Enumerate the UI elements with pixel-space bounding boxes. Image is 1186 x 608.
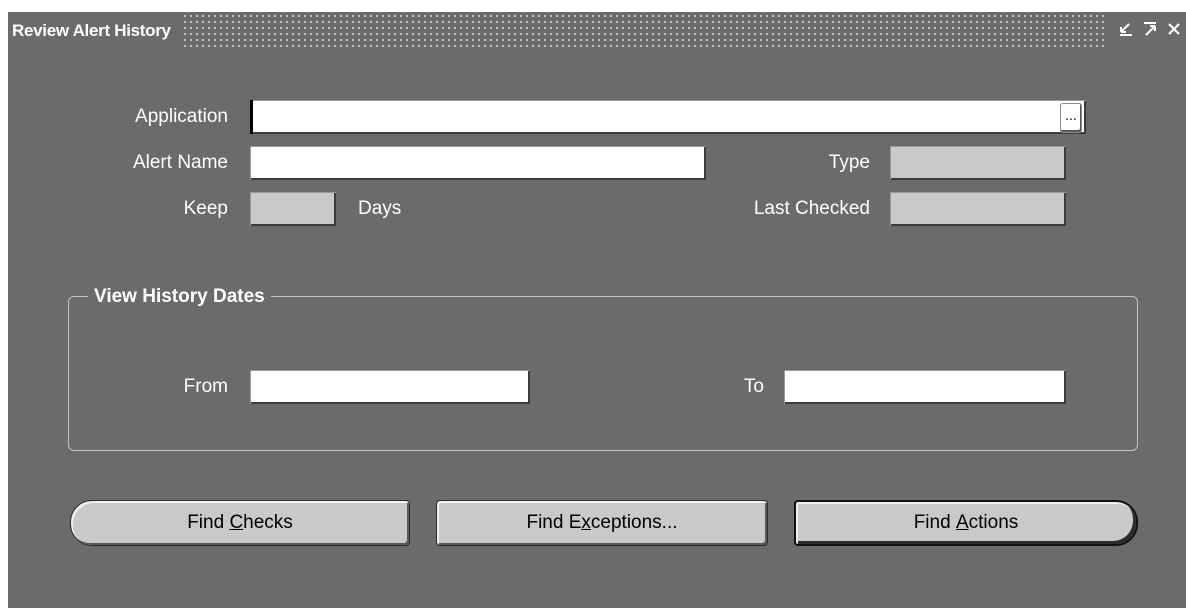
find-checks-label-start: Find — [187, 512, 230, 533]
find-actions-mnemonic: A — [955, 512, 969, 533]
find-exceptions-label-start: Find E — [526, 512, 582, 533]
last-checked-label: Last Checked — [753, 198, 870, 219]
type-field — [890, 146, 1066, 180]
find-checks-label-end: hecks — [243, 512, 293, 533]
review-alert-history-window: Review Alert History Application ... Ale… — [8, 12, 1186, 608]
application-field[interactable] — [250, 100, 1086, 134]
find-actions-button[interactable]: Find Actions — [794, 500, 1138, 546]
to-label: To — [743, 376, 764, 397]
alert-name-label: Alert Name — [132, 152, 228, 173]
find-actions-label-start: Find — [913, 512, 956, 533]
find-exceptions-button[interactable]: Find Ex ceptions... — [436, 500, 768, 546]
window-title: Review Alert History — [8, 12, 181, 50]
from-date-field[interactable] — [250, 370, 530, 404]
title-bar[interactable]: Review Alert History — [8, 12, 1186, 50]
find-actions-label-end: ctions — [968, 512, 1019, 533]
window-controls — [1108, 12, 1186, 50]
find-exceptions-mnemonic: x — [581, 512, 591, 533]
type-label: Type — [828, 152, 870, 173]
minimize-icon[interactable] — [1118, 21, 1134, 41]
view-history-dates-title: View History Dates — [88, 282, 271, 312]
application-label: Application — [135, 106, 228, 127]
days-label: Days — [358, 198, 402, 219]
keep-days-field[interactable] — [250, 192, 336, 226]
find-checks-mnemonic: C — [229, 512, 244, 533]
alert-name-field[interactable] — [250, 146, 706, 180]
keep-label: Keep — [183, 198, 228, 219]
find-checks-button[interactable]: Find Checks — [70, 500, 410, 546]
last-checked-field — [890, 192, 1066, 226]
maximize-icon[interactable] — [1142, 21, 1158, 41]
close-icon[interactable] — [1166, 21, 1182, 41]
from-label: From — [183, 376, 228, 397]
list-of-values-button[interactable]: ... — [1060, 103, 1082, 133]
find-exceptions-label-end: ceptions... — [590, 512, 678, 533]
to-date-field[interactable] — [784, 370, 1066, 404]
